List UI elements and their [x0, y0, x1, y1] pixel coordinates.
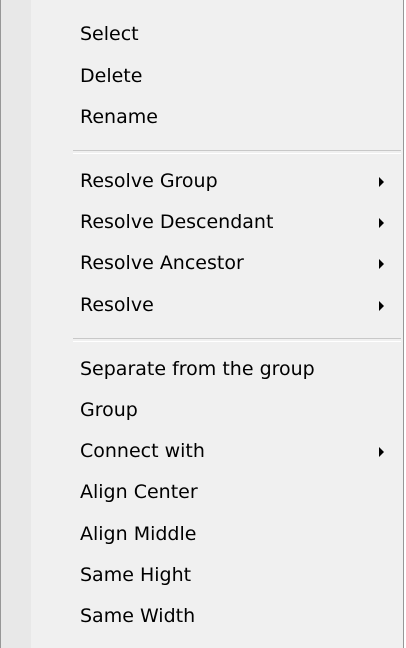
menu-item-resolve[interactable]: Resolve [1, 285, 403, 326]
submenu-arrow-icon [379, 218, 384, 228]
submenu-arrow-icon [379, 259, 384, 269]
menu-item-select[interactable]: Select [1, 14, 403, 55]
menu-separator [73, 150, 401, 154]
menu-item-label: Group [80, 399, 138, 421]
menu-separator [73, 338, 401, 342]
menu-item-label: Select [80, 23, 139, 45]
menu-item-align-middle[interactable]: Align Middle [1, 514, 403, 555]
menu-item-delete[interactable]: Delete [1, 56, 403, 97]
menu-item-label: Same Width [80, 605, 196, 627]
menu-item-label: Same Hight [80, 564, 192, 586]
menu-item-label: Align Middle [80, 523, 197, 545]
context-menu: Select Delete Rename Resolve Group Resol… [0, 0, 404, 648]
menu-item-label: Resolve Ancestor [80, 252, 244, 274]
menu-item-connect-with[interactable]: Connect with [1, 431, 403, 472]
menu-item-align-center[interactable]: Align Center [1, 472, 403, 513]
menu-item-label: Connect with [80, 440, 205, 462]
menu-item-label: Resolve Group [80, 170, 218, 192]
menu-item-same-hight[interactable]: Same Hight [1, 555, 403, 596]
submenu-arrow-icon [379, 301, 384, 311]
menu-item-label: Separate from the group [80, 358, 315, 380]
menu-item-label: Resolve [80, 294, 154, 316]
menu-item-group[interactable]: Group [1, 390, 403, 431]
submenu-arrow-icon [379, 447, 384, 457]
submenu-arrow-icon [379, 177, 384, 187]
menu-item-resolve-descendant[interactable]: Resolve Descendant [1, 202, 403, 243]
menu-item-label: Rename [80, 106, 158, 128]
menu-item-separate-from-group[interactable]: Separate from the group [1, 349, 403, 390]
menu-item-rename[interactable]: Rename [1, 97, 403, 138]
menu-item-resolve-group[interactable]: Resolve Group [1, 161, 403, 202]
menu-item-resolve-ancestor[interactable]: Resolve Ancestor [1, 243, 403, 284]
menu-item-label: Resolve Descendant [80, 211, 274, 233]
menu-item-same-width[interactable]: Same Width [1, 596, 403, 637]
menu-item-label: Delete [80, 65, 143, 87]
menu-item-label: Align Center [80, 481, 198, 503]
